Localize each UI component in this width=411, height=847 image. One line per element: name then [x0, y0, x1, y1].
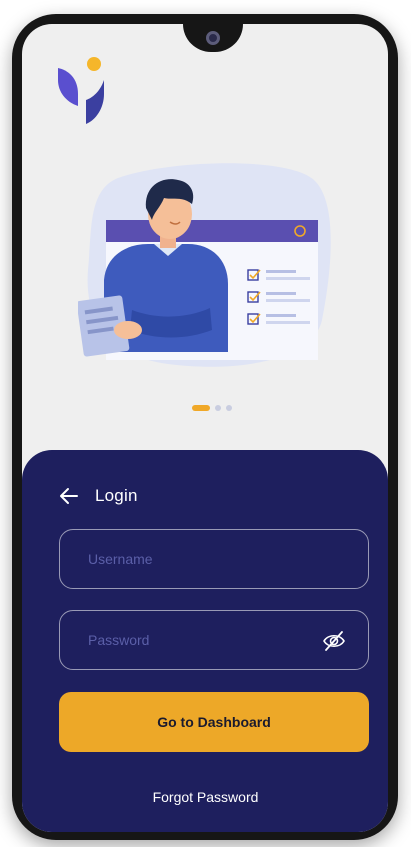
- carousel-dot[interactable]: [215, 405, 221, 411]
- page-title: Login: [95, 486, 138, 505]
- carousel-indicator: [192, 405, 232, 411]
- back-arrow-icon[interactable]: [57, 484, 81, 508]
- forgot-password-link[interactable]: Forgot Password: [0, 789, 411, 805]
- eye-slash-icon[interactable]: [322, 630, 346, 652]
- password-input[interactable]: [88, 611, 308, 669]
- app-logo: [58, 57, 104, 124]
- password-field[interactable]: [59, 610, 369, 670]
- username-input[interactable]: [88, 530, 308, 588]
- login-header: Login: [57, 484, 138, 508]
- front-camera: [206, 31, 220, 45]
- go-to-dashboard-button[interactable]: Go to Dashboard: [59, 692, 369, 752]
- carousel-dot-active[interactable]: [192, 405, 210, 411]
- carousel-dot[interactable]: [226, 405, 232, 411]
- username-field[interactable]: [59, 529, 369, 589]
- hero-illustration: [78, 163, 331, 367]
